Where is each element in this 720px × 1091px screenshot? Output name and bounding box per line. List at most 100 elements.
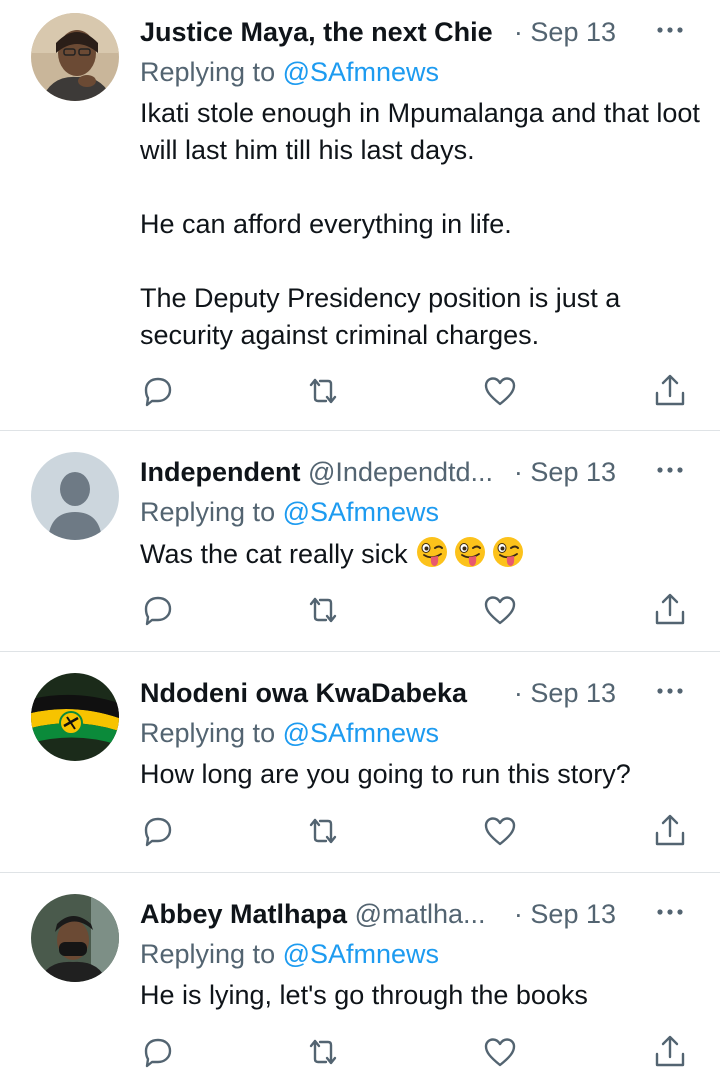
share-button[interactable] [650, 590, 690, 630]
more-options-button[interactable] [652, 455, 688, 485]
default-avatar-icon [31, 452, 119, 540]
more-icon [657, 909, 683, 915]
tweet[interactable]: Justice Maya, the next Chie · Sep 13 Rep… [0, 0, 720, 430]
more-icon [657, 688, 683, 694]
avatar[interactable] [31, 13, 119, 101]
reply-icon [144, 596, 172, 626]
tweet-paragraph: He is lying, let's go through the books [140, 980, 588, 1010]
retweet-icon [309, 1039, 337, 1065]
avatar[interactable] [31, 452, 119, 540]
mention-link[interactable]: @SAfmnews [283, 939, 439, 969]
tweet-paragraph: The Deputy Presidency position is just a… [140, 283, 621, 350]
reply-icon [144, 377, 172, 407]
tweet-actions [0, 811, 720, 851]
replying-label: Replying to [140, 497, 276, 527]
tweet-header: Abbey Matlhapa @matlha... · Sep 13 [140, 894, 616, 934]
reply-icon [144, 817, 172, 847]
tweet-text: He is lying, let's go through the books [140, 977, 700, 1014]
reply-icon [144, 1038, 172, 1068]
like-icon [484, 817, 516, 846]
retweet-icon [309, 597, 337, 623]
avatar[interactable] [31, 673, 119, 761]
more-options-button[interactable] [652, 15, 688, 45]
tweet-paragraph: How long are you going to run this story… [140, 759, 631, 789]
winking-face-tongue-emoji [453, 535, 487, 569]
tweet-date[interactable]: · Sep 13 [507, 673, 616, 713]
replying-to: Replying to @SAfmnews [140, 935, 439, 973]
date-text: Sep 13 [530, 899, 616, 929]
user-photo-icon [31, 894, 119, 982]
divider [0, 430, 720, 431]
like-button[interactable] [480, 590, 520, 630]
winking-face-tongue-emoji [415, 535, 449, 569]
mention-link[interactable]: @SAfmnews [283, 57, 439, 87]
tweet[interactable]: Independent @Independtd... · Sep 13 Repl… [0, 440, 720, 651]
more-icon [657, 27, 683, 33]
anc-flag-icon [31, 673, 119, 761]
share-button[interactable] [650, 811, 690, 851]
share-icon [655, 814, 685, 846]
tweet-header: Justice Maya, the next Chie · Sep 13 [140, 12, 616, 52]
display-name[interactable]: Abbey Matlhapa [140, 899, 347, 929]
display-name[interactable]: Ndodeni owa KwaDabeka [140, 678, 467, 708]
replying-to: Replying to @SAfmnews [140, 493, 439, 531]
retweet-button[interactable] [303, 590, 343, 630]
reply-button[interactable] [138, 371, 178, 411]
like-icon [484, 1038, 516, 1067]
retweet-button[interactable] [303, 1032, 343, 1072]
tweet-actions [0, 371, 720, 411]
display-name[interactable]: Justice Maya, the next Chie [140, 17, 493, 47]
reply-button[interactable] [138, 590, 178, 630]
tweet[interactable]: Abbey Matlhapa @matlha... · Sep 13 Reply… [0, 882, 720, 1091]
tweet-paragraph: Ikati stole enough in Mpumalanga and tha… [140, 98, 700, 165]
tweet-text: How long are you going to run this story… [140, 756, 700, 793]
share-icon [655, 1035, 685, 1067]
replying-label: Replying to [140, 939, 276, 969]
user-photo-icon [31, 13, 119, 101]
display-name[interactable]: Independent [140, 457, 301, 487]
tweet-date[interactable]: · Sep 13 [507, 12, 616, 52]
retweet-icon [309, 378, 337, 404]
retweet-icon [309, 818, 337, 844]
date-text: Sep 13 [530, 17, 616, 47]
date-text: Sep 13 [530, 678, 616, 708]
more-options-button[interactable] [652, 676, 688, 706]
tweet-date[interactable]: · Sep 13 [507, 894, 616, 934]
mention-link[interactable]: @SAfmnews [283, 497, 439, 527]
tweet-paragraph: Was the cat really sick [140, 535, 700, 573]
user-handle[interactable]: @Independtd... [308, 457, 493, 487]
replying-label: Replying to [140, 718, 276, 748]
mention-link[interactable]: @SAfmnews [283, 718, 439, 748]
like-button[interactable] [480, 1032, 520, 1072]
reply-button[interactable] [138, 811, 178, 851]
tweet-paragraph-text: Was the cat really sick [140, 539, 408, 569]
winking-face-tongue-emoji [491, 535, 525, 569]
tweet-header: Independent @Independtd... · Sep 13 [140, 452, 616, 492]
like-icon [484, 377, 516, 406]
more-icon [657, 467, 683, 473]
reply-button[interactable] [138, 1032, 178, 1072]
retweet-button[interactable] [303, 811, 343, 851]
like-icon [484, 596, 516, 625]
share-button[interactable] [650, 1032, 690, 1072]
tweet-date[interactable]: · Sep 13 [507, 452, 616, 492]
avatar[interactable] [31, 894, 119, 982]
tweet[interactable]: Ndodeni owa KwaDabeka · Sep 13 Replying … [0, 661, 720, 872]
share-button[interactable] [650, 371, 690, 411]
divider [0, 872, 720, 873]
tweet-header: Ndodeni owa KwaDabeka · Sep 13 [140, 673, 616, 713]
share-icon [655, 374, 685, 406]
replying-label: Replying to [140, 57, 276, 87]
user-handle[interactable]: @matlha... [355, 899, 486, 929]
like-button[interactable] [480, 371, 520, 411]
like-button[interactable] [480, 811, 520, 851]
replying-to: Replying to @SAfmnews [140, 53, 439, 91]
tweet-actions [0, 590, 720, 630]
date-text: Sep 13 [530, 457, 616, 487]
tweet-text: Was the cat really sick [140, 535, 700, 573]
tweet-paragraph: He can afford everything in life. [140, 209, 512, 239]
tweet-actions [0, 1032, 720, 1072]
retweet-button[interactable] [303, 371, 343, 411]
more-options-button[interactable] [652, 897, 688, 927]
share-icon [655, 593, 685, 625]
